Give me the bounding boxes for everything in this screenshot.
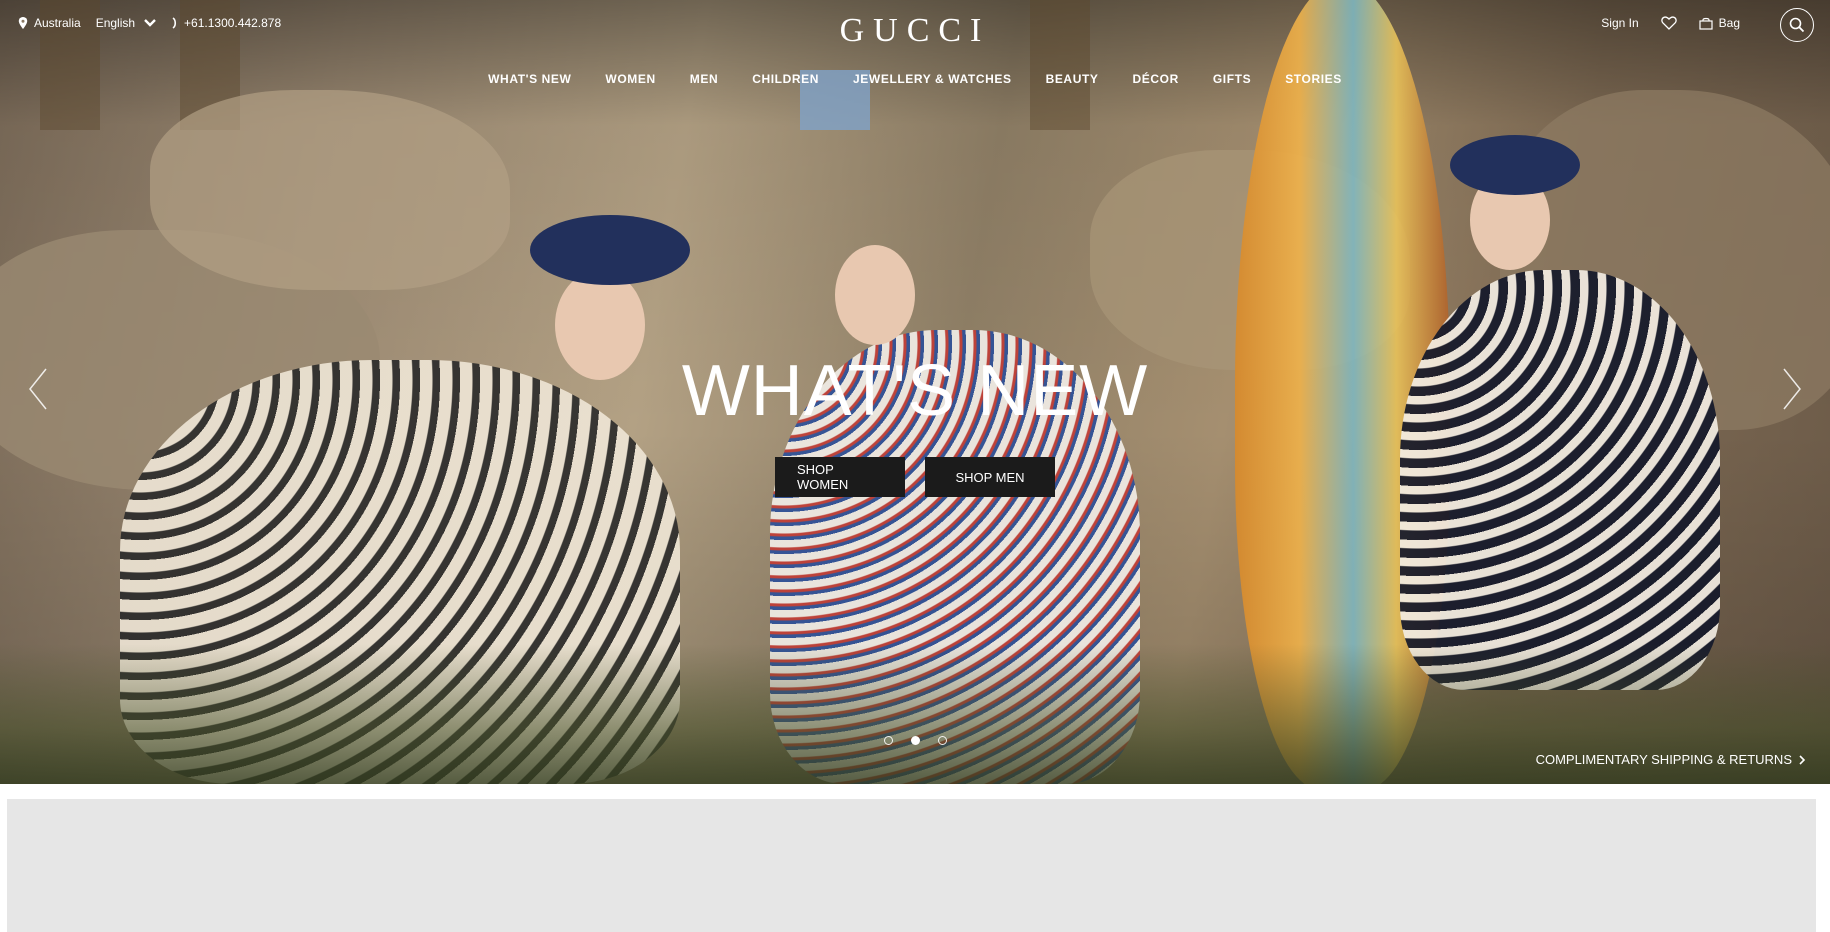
wishlist-button[interactable] [1660, 16, 1677, 30]
content-placeholder-panel [7, 799, 1816, 932]
main-navigation: WHAT'S NEW WOMEN MEN CHILDREN JEWELLERY … [0, 72, 1830, 86]
nav-item-beauty[interactable]: BEAUTY [1046, 72, 1099, 86]
top-utility-bar: Australia English +61.1300.442.878 GUCCI… [0, 0, 1830, 52]
model-hat [1450, 135, 1580, 195]
nav-item-decor[interactable]: DÉCOR [1133, 72, 1179, 86]
nav-item-whats-new[interactable]: WHAT'S NEW [488, 72, 571, 86]
nav-item-children[interactable]: CHILDREN [752, 72, 819, 86]
sign-in-label: Sign In [1601, 16, 1639, 30]
nav-item-men[interactable]: MEN [690, 72, 718, 86]
shop-men-button[interactable]: SHOP MEN [925, 457, 1055, 497]
carousel-dot-2[interactable] [910, 736, 920, 745]
hero-headline: WHAT'S NEW [681, 351, 1149, 431]
search-button[interactable] [1780, 8, 1814, 42]
nav-item-women[interactable]: WOMEN [605, 72, 655, 86]
carousel-dot-3[interactable] [937, 736, 947, 745]
nav-item-gifts[interactable]: GIFTS [1213, 72, 1251, 86]
carousel-dot-1[interactable] [883, 736, 893, 745]
shipping-returns-link[interactable]: COMPLIMENTARY SHIPPING & RETURNS [1536, 752, 1806, 767]
search-icon [1789, 17, 1805, 33]
nav-item-stories[interactable]: STORIES [1285, 72, 1342, 86]
hero-banner[interactable]: Australia English +61.1300.442.878 GUCCI… [0, 0, 1830, 784]
model-face [835, 245, 915, 345]
hero-cta-group: SHOP WOMEN SHOP MEN [0, 457, 1830, 497]
shop-women-button[interactable]: SHOP WOMEN [775, 457, 905, 497]
gucci-logo[interactable]: GUCCI [0, 12, 1830, 50]
shipping-returns-label: COMPLIMENTARY SHIPPING & RETURNS [1535, 752, 1792, 767]
heart-icon [1660, 16, 1677, 30]
decor-rock [150, 90, 510, 290]
bag-label: Bag [1718, 16, 1740, 30]
carousel-pagination [0, 736, 1830, 745]
sign-in-link[interactable]: Sign In [1601, 16, 1638, 30]
topbar-right: Sign In Bag [1579, 16, 1740, 30]
model-hat [530, 215, 690, 285]
bag-icon [1699, 17, 1713, 30]
nav-item-jewellery-watches[interactable]: JEWELLERY & WATCHES [853, 72, 1012, 86]
chevron-right-icon [1799, 754, 1806, 765]
bag-button[interactable]: Bag [1699, 16, 1740, 30]
